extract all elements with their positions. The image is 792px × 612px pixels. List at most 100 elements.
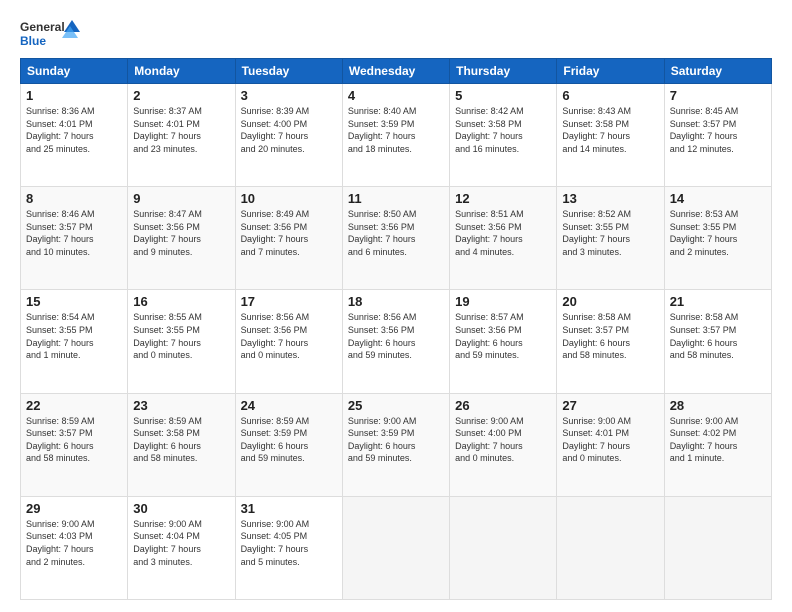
day-number: 18 <box>348 294 444 309</box>
day-info: Sunrise: 8:57 AMSunset: 3:56 PMDaylight:… <box>455 311 551 361</box>
weekday-header-thursday: Thursday <box>450 59 557 84</box>
calendar-cell: 15 Sunrise: 8:54 AMSunset: 3:55 PMDayligh… <box>21 290 128 393</box>
day-number: 3 <box>241 88 337 103</box>
day-number: 13 <box>562 191 658 206</box>
calendar-cell: 9 Sunrise: 8:47 AMSunset: 3:56 PMDaylight… <box>128 187 235 290</box>
day-number: 30 <box>133 501 229 516</box>
weekday-header-friday: Friday <box>557 59 664 84</box>
calendar-cell: 25Sunrise: 9:00 AMSunset: 3:59 PMDayligh… <box>342 393 449 496</box>
day-info: Sunrise: 8:46 AMSunset: 3:57 PMDaylight:… <box>26 208 122 258</box>
day-info: Sunrise: 8:42 AMSunset: 3:58 PMDaylight:… <box>455 105 551 155</box>
calendar-cell: 12 Sunrise: 8:51 AMSunset: 3:56 PMDayligh… <box>450 187 557 290</box>
day-number: 11 <box>348 191 444 206</box>
calendar-cell: 13 Sunrise: 8:52 AMSunset: 3:55 PMDayligh… <box>557 187 664 290</box>
day-number: 27 <box>562 398 658 413</box>
calendar-cell <box>342 496 449 599</box>
day-info: Sunrise: 9:00 AMSunset: 3:59 PMDaylight:… <box>348 415 444 465</box>
header: General Blue <box>20 18 772 50</box>
day-number: 6 <box>562 88 658 103</box>
calendar-cell: 18 Sunrise: 8:56 AMSunset: 3:56 PMDayligh… <box>342 290 449 393</box>
calendar-cell: 2Sunrise: 8:37 AMSunset: 4:01 PMDaylight… <box>128 84 235 187</box>
day-number: 16 <box>133 294 229 309</box>
day-info: Sunrise: 8:55 AMSunset: 3:55 PMDaylight:… <box>133 311 229 361</box>
calendar-cell <box>557 496 664 599</box>
day-number: 23 <box>133 398 229 413</box>
week-row-5: 29 Sunrise: 9:00 AMSunset: 4:03 PMDayligh… <box>21 496 772 599</box>
calendar-cell: 24 Sunrise: 8:59 AMSunset: 3:59 PMDayligh… <box>235 393 342 496</box>
calendar-cell: 10 Sunrise: 8:49 AMSunset: 3:56 PMDayligh… <box>235 187 342 290</box>
day-info: Sunrise: 8:58 AMSunset: 3:57 PMDaylight:… <box>670 311 766 361</box>
logo: General Blue <box>20 18 80 50</box>
day-info: Sunrise: 8:59 AMSunset: 3:59 PMDaylight:… <box>241 415 337 465</box>
day-number: 29 <box>26 501 122 516</box>
weekday-header-row: SundayMondayTuesdayWednesdayThursdayFrid… <box>21 59 772 84</box>
day-info: Sunrise: 9:00 AMSunset: 4:05 PMDaylight:… <box>241 518 337 568</box>
day-info: Sunrise: 8:39 AMSunset: 4:00 PMDaylight:… <box>241 105 337 155</box>
day-info: Sunrise: 8:56 AMSunset: 3:56 PMDaylight:… <box>241 311 337 361</box>
calendar-cell: 3 Sunrise: 8:39 AMSunset: 4:00 PMDaylight… <box>235 84 342 187</box>
svg-text:Blue: Blue <box>20 34 46 48</box>
day-number: 12 <box>455 191 551 206</box>
calendar-cell: 30 Sunrise: 9:00 AMSunset: 4:04 PMDayligh… <box>128 496 235 599</box>
day-number: 9 <box>133 191 229 206</box>
week-row-3: 15 Sunrise: 8:54 AMSunset: 3:55 PMDayligh… <box>21 290 772 393</box>
day-number: 24 <box>241 398 337 413</box>
day-info: Sunrise: 9:00 AMSunset: 4:03 PMDaylight:… <box>26 518 122 568</box>
calendar-cell: 11 Sunrise: 8:50 AMSunset: 3:56 PMDayligh… <box>342 187 449 290</box>
day-info: Sunrise: 9:00 AMSunset: 4:04 PMDaylight:… <box>133 518 229 568</box>
day-info: Sunrise: 8:50 AMSunset: 3:56 PMDaylight:… <box>348 208 444 258</box>
day-info: Sunrise: 9:00 AMSunset: 4:01 PMDaylight:… <box>562 415 658 465</box>
calendar-cell: 22 Sunrise: 8:59 AMSunset: 3:57 PMDayligh… <box>21 393 128 496</box>
day-number: 22 <box>26 398 122 413</box>
calendar-cell: 17 Sunrise: 8:56 AMSunset: 3:56 PMDayligh… <box>235 290 342 393</box>
weekday-header-tuesday: Tuesday <box>235 59 342 84</box>
day-number: 2 <box>133 88 229 103</box>
day-number: 17 <box>241 294 337 309</box>
calendar-cell <box>664 496 771 599</box>
calendar-cell: 4Sunrise: 8:40 AMSunset: 3:59 PMDaylight… <box>342 84 449 187</box>
calendar-cell: 26 Sunrise: 9:00 AMSunset: 4:00 PMDayligh… <box>450 393 557 496</box>
calendar-cell: 27 Sunrise: 9:00 AMSunset: 4:01 PMDayligh… <box>557 393 664 496</box>
week-row-2: 8Sunrise: 8:46 AMSunset: 3:57 PMDaylight… <box>21 187 772 290</box>
day-info: Sunrise: 8:59 AMSunset: 3:58 PMDaylight:… <box>133 415 229 465</box>
day-info: Sunrise: 8:54 AMSunset: 3:55 PMDaylight:… <box>26 311 122 361</box>
day-number: 21 <box>670 294 766 309</box>
calendar-cell: 21 Sunrise: 8:58 AMSunset: 3:57 PMDayligh… <box>664 290 771 393</box>
day-info: Sunrise: 8:59 AMSunset: 3:57 PMDaylight:… <box>26 415 122 465</box>
day-number: 10 <box>241 191 337 206</box>
calendar-cell: 19 Sunrise: 8:57 AMSunset: 3:56 PMDayligh… <box>450 290 557 393</box>
day-info: Sunrise: 9:00 AMSunset: 4:00 PMDaylight:… <box>455 415 551 465</box>
day-number: 15 <box>26 294 122 309</box>
calendar-cell <box>450 496 557 599</box>
calendar-cell: 1Sunrise: 8:36 AMSunset: 4:01 PMDaylight… <box>21 84 128 187</box>
week-row-1: 1Sunrise: 8:36 AMSunset: 4:01 PMDaylight… <box>21 84 772 187</box>
day-number: 26 <box>455 398 551 413</box>
day-info: Sunrise: 8:36 AMSunset: 4:01 PMDaylight:… <box>26 105 122 155</box>
day-info: Sunrise: 8:51 AMSunset: 3:56 PMDaylight:… <box>455 208 551 258</box>
calendar-cell: 28Sunrise: 9:00 AMSunset: 4:02 PMDayligh… <box>664 393 771 496</box>
weekday-header-saturday: Saturday <box>664 59 771 84</box>
calendar-cell: 8Sunrise: 8:46 AMSunset: 3:57 PMDaylight… <box>21 187 128 290</box>
svg-text:General: General <box>20 20 65 34</box>
calendar-cell: 14Sunrise: 8:53 AMSunset: 3:55 PMDayligh… <box>664 187 771 290</box>
weekday-header-wednesday: Wednesday <box>342 59 449 84</box>
calendar-cell: 6 Sunrise: 8:43 AMSunset: 3:58 PMDaylight… <box>557 84 664 187</box>
day-number: 19 <box>455 294 551 309</box>
day-number: 14 <box>670 191 766 206</box>
calendar-table: SundayMondayTuesdayWednesdayThursdayFrid… <box>20 58 772 600</box>
day-info: Sunrise: 8:49 AMSunset: 3:56 PMDaylight:… <box>241 208 337 258</box>
day-number: 20 <box>562 294 658 309</box>
calendar-cell: 7Sunrise: 8:45 AMSunset: 3:57 PMDaylight… <box>664 84 771 187</box>
calendar-cell: 23 Sunrise: 8:59 AMSunset: 3:58 PMDayligh… <box>128 393 235 496</box>
day-info: Sunrise: 8:47 AMSunset: 3:56 PMDaylight:… <box>133 208 229 258</box>
page: General Blue SundayMondayTuesdayWednesda… <box>0 0 792 612</box>
calendar-cell: 31Sunrise: 9:00 AMSunset: 4:05 PMDayligh… <box>235 496 342 599</box>
day-number: 7 <box>670 88 766 103</box>
weekday-header-monday: Monday <box>128 59 235 84</box>
day-info: Sunrise: 8:52 AMSunset: 3:55 PMDaylight:… <box>562 208 658 258</box>
day-info: Sunrise: 8:43 AMSunset: 3:58 PMDaylight:… <box>562 105 658 155</box>
day-info: Sunrise: 8:56 AMSunset: 3:56 PMDaylight:… <box>348 311 444 361</box>
calendar-cell: 29 Sunrise: 9:00 AMSunset: 4:03 PMDayligh… <box>21 496 128 599</box>
day-info: Sunrise: 9:00 AMSunset: 4:02 PMDaylight:… <box>670 415 766 465</box>
day-number: 4 <box>348 88 444 103</box>
